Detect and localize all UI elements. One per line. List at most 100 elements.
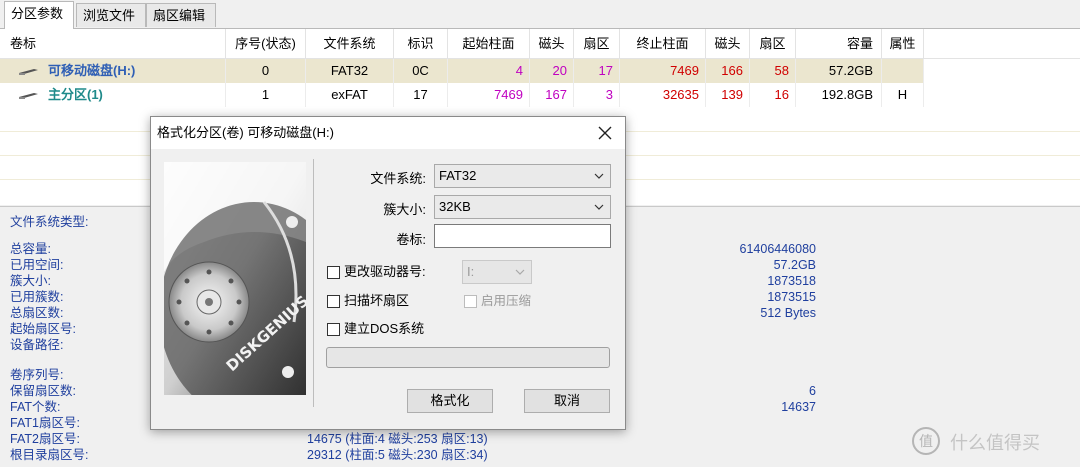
col-label[interactable]: 卷标	[0, 29, 226, 58]
cell-end-head: 139	[706, 83, 750, 107]
col-start-sec[interactable]: 扇区	[574, 29, 620, 58]
col-fs[interactable]: 文件系统	[306, 29, 394, 58]
cell-start-sec: 3	[574, 83, 620, 107]
info-label: 根目录扇区号:	[10, 448, 89, 462]
cell-start-cyl: 4	[448, 59, 530, 83]
scan-bad-sectors-label[interactable]: 扫描坏扇区	[344, 293, 409, 309]
chevron-down-icon	[594, 173, 604, 179]
partition-icon	[19, 93, 38, 99]
col-end-sec[interactable]: 扇区	[750, 29, 796, 58]
separator	[313, 159, 314, 407]
format-progress-bar	[326, 347, 610, 368]
info-label: FAT1扇区号:	[10, 416, 80, 430]
svg-text:值: 值	[919, 434, 933, 450]
cluster-size-value: 1873518	[767, 274, 816, 288]
cell-end-cyl: 32635	[620, 83, 706, 107]
cell-fs: exFAT	[306, 83, 394, 107]
tab-sector-edit[interactable]: 扇区编辑	[146, 3, 216, 27]
dialog-titlebar: 格式化分区(卷) 可移动磁盘(H:)	[151, 117, 625, 149]
diskgenius-logo-image: DISKGENIUS	[164, 162, 306, 395]
format-dialog: 格式化分区(卷) 可移动磁盘(H:) DISKGENIUS 文件系统: FAT3…	[150, 116, 626, 430]
col-id[interactable]: 标识	[394, 29, 448, 58]
info-label: 总扇区数:	[10, 306, 64, 320]
fat-count-value: 14637	[781, 400, 816, 414]
cell-start-cyl: 7469	[448, 83, 530, 107]
col-start-head[interactable]: 磁头	[530, 29, 574, 58]
cluster-size-label: 簇大小:	[383, 202, 426, 217]
row-label-cell: 可移动磁盘(H:)	[0, 59, 226, 83]
cell-start-head: 167	[530, 83, 574, 107]
info-label: FAT个数:	[10, 400, 61, 414]
used-space-value: 57.2GB	[773, 258, 816, 272]
col-index[interactable]: 序号(状态)	[226, 29, 306, 58]
cell-start-head: 20	[530, 59, 574, 83]
col-start-cyl[interactable]: 起始柱面	[448, 29, 530, 58]
hard-disk-illustration: DISKGENIUS	[164, 162, 306, 395]
cell-fs: FAT32	[306, 59, 394, 83]
cell-attr	[882, 59, 924, 83]
cell-capacity: 192.8GB	[796, 83, 882, 107]
info-label: 簇大小:	[10, 274, 51, 288]
info-label: 已用簇数:	[10, 290, 64, 304]
cell-end-cyl: 7469	[620, 59, 706, 83]
cell-end-sec: 16	[750, 83, 796, 107]
cell-capacity: 57.2GB	[796, 59, 882, 83]
watermark-text: 什么值得买	[950, 433, 1040, 453]
table-row[interactable]: 可移动磁盘(H:) 0 FAT32 0C 4 20 17 7469 166 58…	[0, 59, 1080, 83]
create-dos-label[interactable]: 建立DOS系统	[344, 321, 424, 337]
change-drive-checkbox[interactable]	[327, 266, 340, 279]
fs-select[interactable]: FAT32	[434, 164, 611, 188]
cluster-size-select-value: 32KB	[439, 199, 471, 214]
chevron-down-icon	[515, 269, 525, 275]
used-clusters-value: 1873515	[767, 290, 816, 304]
volume-label-label: 卷标:	[396, 232, 426, 247]
col-end-cyl[interactable]: 终止柱面	[620, 29, 706, 58]
info-label: 起始扇区号:	[10, 322, 76, 336]
info-label: 总容量:	[10, 242, 51, 256]
dialog-title: 格式化分区(卷) 可移动磁盘(H:)	[157, 125, 334, 140]
col-end-head[interactable]: 磁头	[706, 29, 750, 58]
cancel-button[interactable]: 取消	[524, 389, 610, 413]
total-sectors-value: 512 Bytes	[760, 306, 816, 320]
info-label: FAT2扇区号:	[10, 432, 80, 446]
cell-start-sec: 17	[574, 59, 620, 83]
format-button[interactable]: 格式化	[407, 389, 493, 413]
info-label: 保留扇区数:	[10, 384, 76, 398]
table-header: 卷标 序号(状态) 文件系统 标识 起始柱面 磁头 扇区 终止柱面 磁头 扇区 …	[0, 29, 1080, 59]
tab-partition-params[interactable]: 分区参数	[4, 1, 74, 29]
usb-drive-icon	[19, 69, 38, 75]
watermark-icon: 值	[912, 427, 940, 455]
partition-label: 主分区(1)	[48, 87, 103, 102]
col-capacity[interactable]: 容量	[796, 29, 882, 58]
info-label: 卷序列号:	[10, 368, 64, 382]
cell-index: 1	[226, 83, 306, 107]
chevron-down-icon	[594, 204, 604, 210]
fs-label: 文件系统:	[370, 171, 426, 186]
table-row[interactable]: 主分区(1) 1 exFAT 17 7469 167 3 32635 139 1…	[0, 83, 1080, 107]
row-label-cell: 主分区(1)	[0, 83, 226, 107]
fs-select-value: FAT32	[439, 168, 477, 183]
total-capacity-value: 61406446080	[739, 242, 816, 256]
scan-bad-sectors-checkbox[interactable]	[327, 295, 340, 308]
partition-label: 可移动磁盘(H:)	[48, 63, 136, 78]
cell-end-sec: 58	[750, 59, 796, 83]
cell-attr: H	[882, 83, 924, 107]
cell-index: 0	[226, 59, 306, 83]
drive-letter-value: I:	[467, 264, 475, 279]
cluster-size-select[interactable]: 32KB	[434, 195, 611, 219]
change-drive-label[interactable]: 更改驱动器号:	[344, 264, 426, 280]
fat2-sector-value: 14675 (柱面:4 磁头:253 扇区:13)	[307, 432, 488, 446]
create-dos-checkbox[interactable]	[327, 323, 340, 336]
info-label: 设备路径:	[10, 338, 64, 352]
enable-compression-checkbox[interactable]	[464, 295, 477, 308]
close-button[interactable]	[593, 121, 617, 145]
tab-browse-files[interactable]: 浏览文件	[76, 3, 146, 27]
info-label: 已用空间:	[10, 258, 64, 272]
enable-compression-label[interactable]: 启用压缩	[481, 293, 531, 309]
col-attr[interactable]: 属性	[882, 29, 924, 58]
tab-bar: 分区参数 浏览文件 扇区编辑	[0, 0, 1080, 29]
drive-letter-select[interactable]: I:	[462, 260, 532, 284]
root-dir-sector-value: 29312 (柱面:5 磁头:230 扇区:34)	[307, 448, 488, 462]
watermark-logo: 值	[910, 425, 942, 460]
volume-label-input[interactable]	[434, 224, 611, 248]
